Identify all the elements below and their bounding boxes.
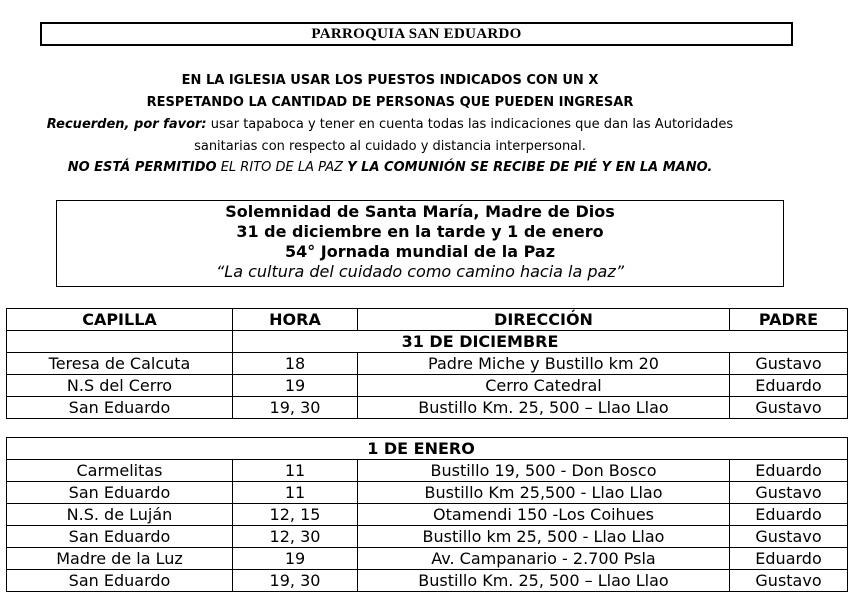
cell-hora: 11 xyxy=(232,459,358,482)
cell-hora: 19 xyxy=(232,374,358,397)
cell-hora: 19 xyxy=(232,547,358,570)
notice-line-distance: sanitarias con respecto al cuidado y dis… xyxy=(194,139,586,154)
cell-capilla: Madre de la Luz xyxy=(6,547,233,570)
event-dates: 31 de diciembre en la tarde y 1 de enero xyxy=(236,222,604,241)
cell-capilla: Teresa de Calcuta xyxy=(6,352,233,375)
event-quote: “La cultura del cuidado como camino haci… xyxy=(215,262,625,281)
cell-direccion: Bustillo Km. 25, 500 – Llao Llao xyxy=(357,569,730,592)
table-row: San Eduardo 12, 30 Bustillo km 25, 500 - L… xyxy=(6,525,849,548)
notice-lead: Recuerden, por favor: xyxy=(46,117,207,132)
event-jornada: 54° Jornada mundial de la Paz xyxy=(284,242,556,261)
cell-hora: 18 xyxy=(232,352,358,375)
table-row: Madre de la Luz 19 Av. Campanario - 2.700 … xyxy=(6,547,849,570)
cell-padre: Eduardo xyxy=(728,547,849,570)
section-row-dec31: 31 DE DICIEMBRE xyxy=(6,330,848,353)
schedule-table-jan1: 1 DE ENERO Carmelitas 11 Bustillo 19, 500 … xyxy=(5,437,849,592)
cell-padre: Gustavo xyxy=(729,396,848,419)
table-row: Carmelitas 11 Bustillo 19, 500 - Don Bosco… xyxy=(6,459,849,482)
notice-line-rules: NO ESTÁ PERMITIDO EL RITO DE LA PAZ Y LA… xyxy=(0,160,780,175)
section-label-jan1: 1 DE ENERO xyxy=(5,437,849,460)
notice-line-seats: EN LA IGLESIA USAR LOS PUESTOS INDICADOS… xyxy=(181,73,599,88)
table-row: N.S del Cerro 19 Cerro Catedral Eduardo xyxy=(6,374,848,397)
cell-hora: 11 xyxy=(232,481,358,504)
page-title: PARROQUIA SAN EDUARDO xyxy=(40,22,793,46)
section-label-text: 1 DE ENERO xyxy=(367,438,475,458)
table-row: San Eduardo 19, 30 Bustillo Km. 25, 500 – … xyxy=(6,396,848,419)
cell-direccion: Bustillo 19, 500 - Don Bosco xyxy=(357,459,730,482)
cell-capilla: N.S. de Luján xyxy=(6,503,233,526)
cell-capilla: N.S del Cerro xyxy=(6,374,233,397)
cell-direccion: Av. Campanario - 2.700 Psla xyxy=(357,547,730,570)
event-title: Solemnidad de Santa María, Madre de Dios xyxy=(225,202,615,221)
cell-padre: Gustavo xyxy=(728,481,849,504)
section-spacer xyxy=(6,330,233,353)
cell-hora: 12, 30 xyxy=(232,525,358,548)
cell-padre: Gustavo xyxy=(729,352,848,375)
table-row: N.S. de Luján 12, 15 Otamendi 150 -Los Coi… xyxy=(6,503,849,526)
table-row: Teresa de Calcuta 18 Padre Miche y Bustill… xyxy=(6,352,848,375)
cell-direccion: Bustillo Km 25,500 - Llao Llao xyxy=(357,481,730,504)
cell-direccion: Otamendi 150 -Los Coihues xyxy=(357,503,730,526)
notice-mask-text: usar tapaboca y tener en cuenta todas la… xyxy=(206,117,734,132)
cell-hora: 12, 15 xyxy=(232,503,358,526)
notice-not-allowed: NO ESTÁ PERMITIDO xyxy=(67,160,217,175)
cell-capilla: Carmelitas xyxy=(6,459,233,482)
cell-hora: 19, 30 xyxy=(232,396,358,419)
col-header-capilla: CAPILLA xyxy=(6,308,233,331)
col-header-padre: PADRE xyxy=(729,308,848,331)
notice-line-mask: Recuerden, por favor: usar tapaboca y te… xyxy=(0,117,780,132)
schedule-table-dec31: CAPILLA HORA DIRECCIÓN PADRE 31 DE DICIE… xyxy=(6,308,848,419)
cell-capilla: San Eduardo xyxy=(6,569,233,592)
cell-hora: 19, 30 xyxy=(232,569,358,592)
cell-direccion: Cerro Catedral xyxy=(357,374,730,397)
dec31-rows: Teresa de Calcuta 18 Padre Miche y Bustill… xyxy=(6,352,848,419)
notice-communion: Y LA COMUNIÓN SE RECIBE DE PIÉ Y EN LA M… xyxy=(347,160,713,175)
col-header-direccion: DIRECCIÓN xyxy=(357,308,730,331)
table-row: San Eduardo 19, 30 Bustillo Km. 25, 500 – … xyxy=(6,569,849,592)
section-label-dec31: 31 DE DICIEMBRE xyxy=(232,330,848,353)
cell-capilla: San Eduardo xyxy=(6,525,233,548)
section-label-text: 31 DE DICIEMBRE xyxy=(401,331,559,351)
cell-padre: Eduardo xyxy=(729,374,848,397)
cell-capilla: San Eduardo xyxy=(6,396,233,419)
table-header-row: CAPILLA HORA DIRECCIÓN PADRE xyxy=(6,308,848,331)
col-header-hora: HORA xyxy=(232,308,358,331)
cell-padre: Eduardo xyxy=(728,459,849,482)
cell-padre: Gustavo xyxy=(728,525,849,548)
jan1-rows: Carmelitas 11 Bustillo 19, 500 - Don Bosco… xyxy=(6,459,849,592)
cell-direccion: Bustillo Km. 25, 500 – Llao Llao xyxy=(357,396,730,419)
cell-direccion: Bustillo km 25, 500 - Llao Llao xyxy=(357,525,730,548)
cell-direccion: Padre Miche y Bustillo km 20 xyxy=(357,352,730,375)
section-row-jan1: 1 DE ENERO xyxy=(5,437,849,460)
cell-padre: Gustavo xyxy=(728,569,849,592)
cell-capilla: San Eduardo xyxy=(6,481,233,504)
notice-line-capacity: RESPETANDO LA CANTIDAD DE PERSONAS QUE P… xyxy=(146,95,634,110)
cell-padre: Eduardo xyxy=(728,503,849,526)
table-row: San Eduardo 11 Bustillo Km 25,500 - Llao L… xyxy=(6,481,849,504)
notice-peace-rite: EL RITO DE LA PAZ xyxy=(216,160,348,175)
event-box: Solemnidad de Santa María, Madre de Dios… xyxy=(56,200,784,287)
